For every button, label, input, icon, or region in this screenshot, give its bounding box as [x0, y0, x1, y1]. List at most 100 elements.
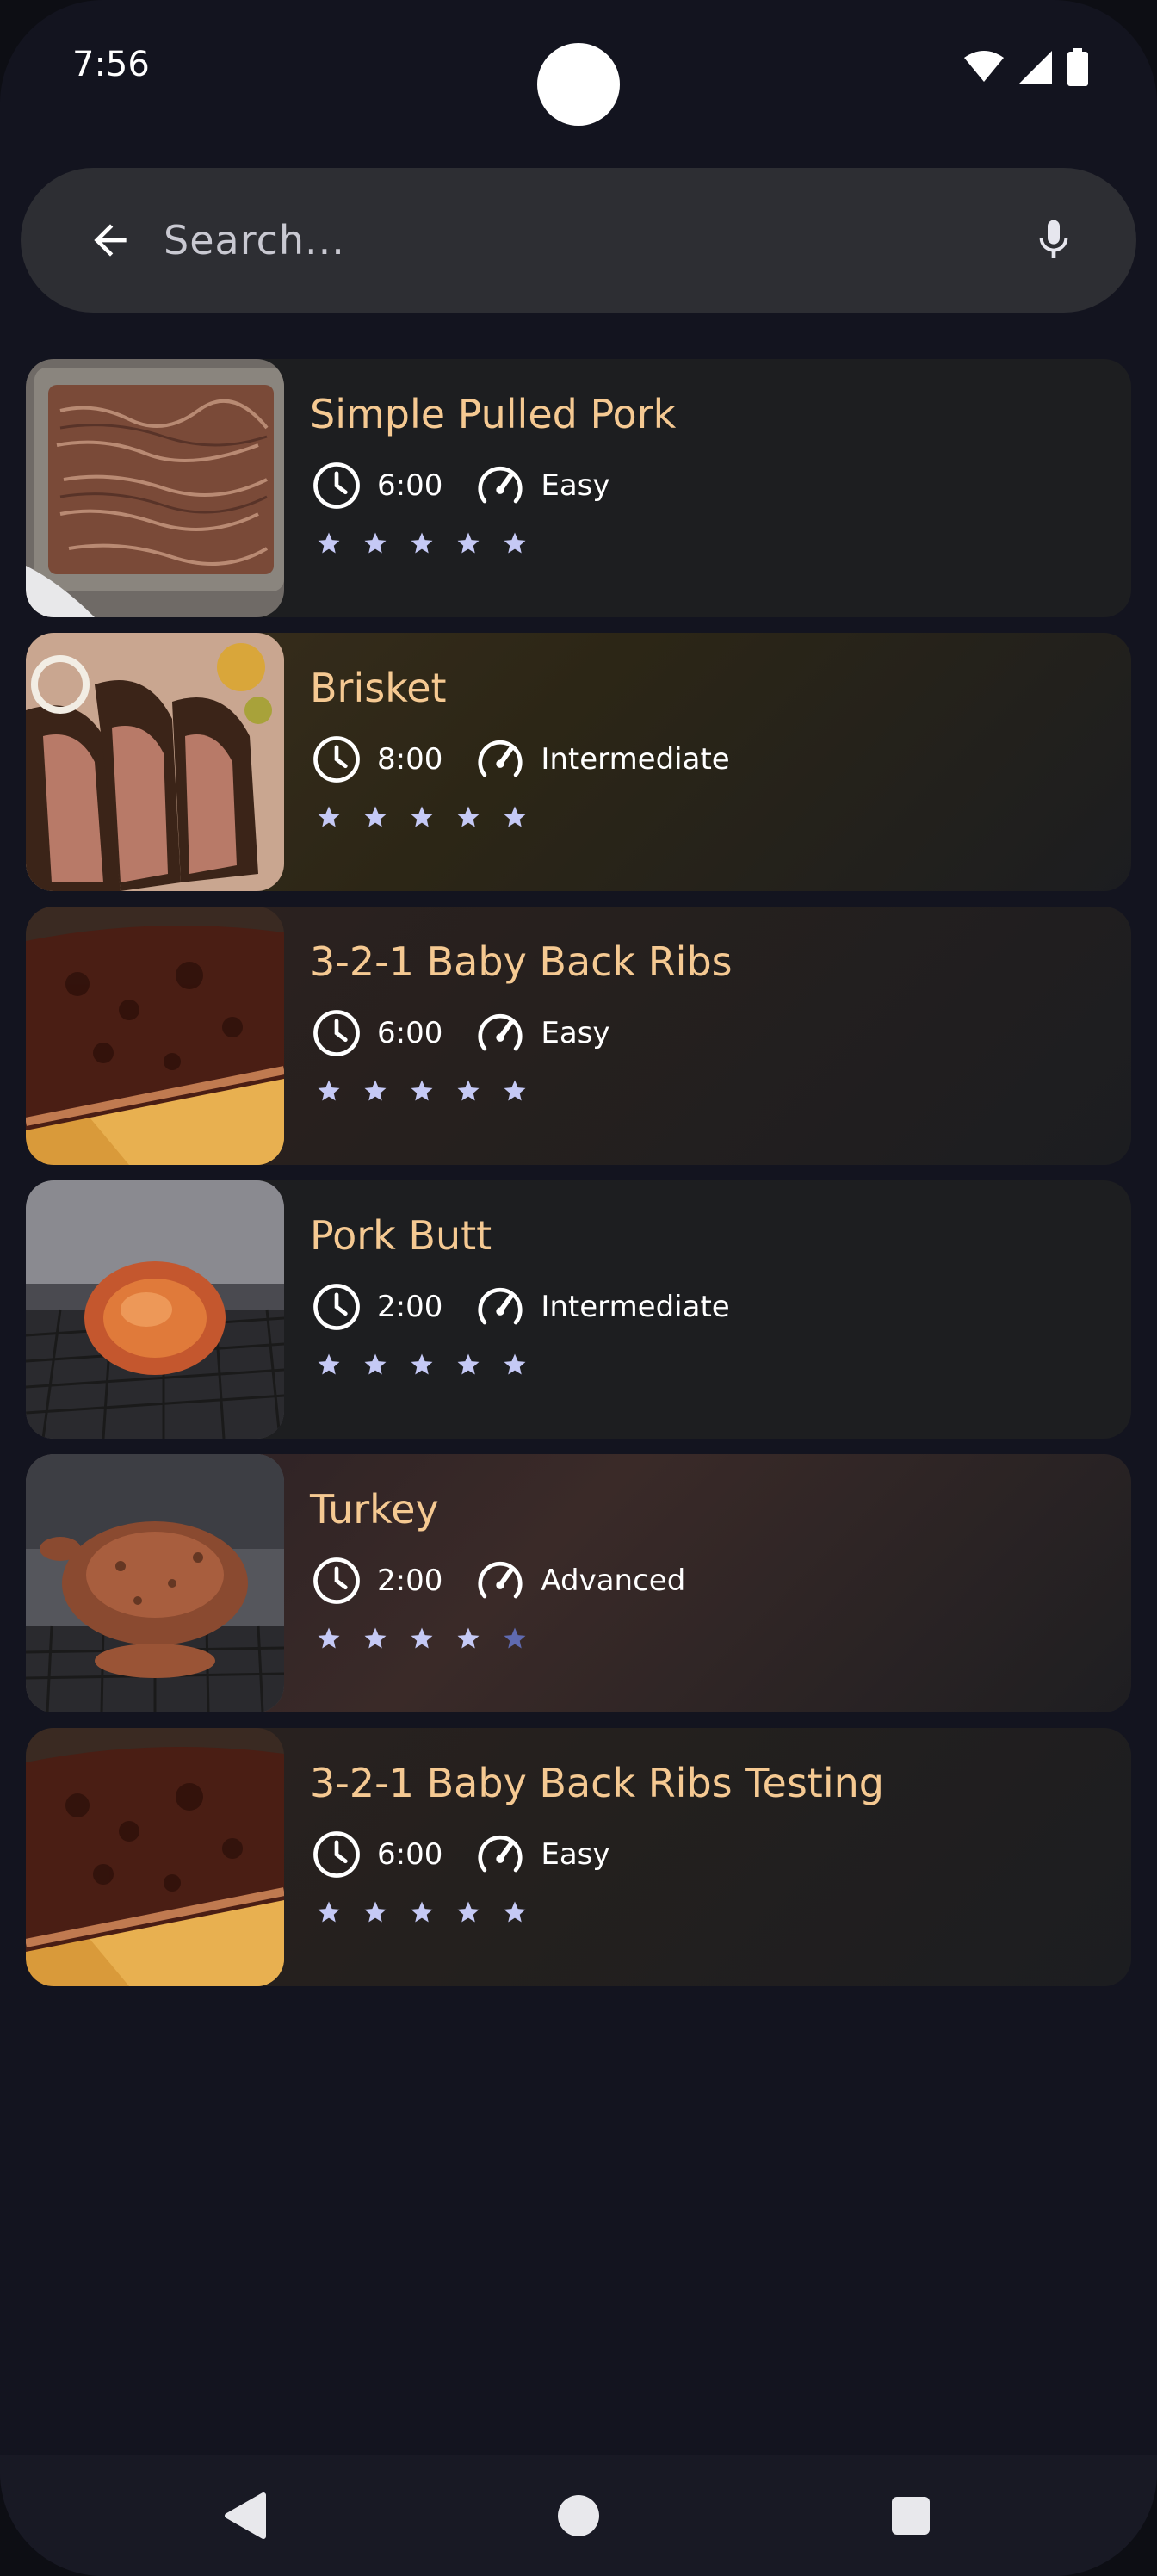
triangle-back-icon — [225, 2492, 266, 2539]
star-icon — [449, 1619, 487, 1657]
battery-icon — [1067, 48, 1088, 86]
star-icon — [403, 798, 441, 836]
recipe-details: Turkey 2:00 Advanced — [284, 1454, 685, 1712]
recipe-image — [26, 359, 284, 617]
recipe-card[interactable]: Turkey 2:00 Advanced — [26, 1454, 1131, 1712]
nav-recents-button[interactable] — [876, 2481, 945, 2550]
star-icon — [449, 1893, 487, 1931]
recipe-list: Simple Pulled Pork 6:00 Easy Brisket 8:0… — [26, 359, 1131, 2002]
speedometer-icon — [473, 733, 527, 786]
recipe-title: Brisket — [310, 665, 447, 711]
arrow-left-icon — [94, 224, 127, 257]
camera-cutout — [537, 43, 620, 126]
speedometer-icon — [473, 1006, 527, 1060]
star-icon — [403, 1893, 441, 1931]
signal-icon — [1019, 51, 1052, 84]
recipe-card[interactable]: 3-2-1 Baby Back Ribs Testing 6:00 Easy — [26, 1728, 1131, 1986]
star-icon — [403, 1072, 441, 1110]
recipe-details: Pork Butt 2:00 Intermediate — [284, 1180, 730, 1439]
recipe-meta: 2:00 Intermediate — [310, 1280, 730, 1334]
recipe-image — [26, 633, 284, 891]
status-icons — [964, 48, 1088, 86]
wifi-icon — [964, 51, 1004, 82]
star-icon — [310, 798, 348, 836]
speedometer-icon — [473, 1828, 527, 1881]
star-icon — [310, 524, 348, 562]
star-icon — [403, 1346, 441, 1384]
recipe-meta: 8:00 Intermediate — [310, 733, 730, 786]
recipe-details: 3-2-1 Baby Back Ribs 6:00 Easy — [284, 907, 733, 1165]
recipe-card[interactable]: Brisket 8:00 Intermediate — [26, 633, 1131, 891]
recipe-difficulty: Advanced — [541, 1564, 686, 1598]
star-icon — [449, 798, 487, 836]
recipe-time: 6:00 — [377, 1837, 443, 1872]
system-nav-bar — [0, 2455, 1157, 2576]
recipe-meta: 2:00 Advanced — [310, 1554, 685, 1607]
recipe-meta: 6:00 Easy — [310, 1006, 733, 1060]
speedometer-icon — [473, 1280, 527, 1334]
clock-icon — [310, 733, 363, 786]
recipe-time: 8:00 — [377, 742, 443, 777]
search-input[interactable] — [162, 196, 1019, 284]
star-icon — [449, 1072, 487, 1110]
recipe-title: Pork Butt — [310, 1212, 492, 1259]
star-icon — [403, 1619, 441, 1657]
speedometer-icon — [473, 459, 527, 512]
recipe-rating — [310, 1893, 884, 1931]
speedometer-icon — [473, 1554, 527, 1607]
recipe-title: 3-2-1 Baby Back Ribs — [310, 938, 733, 985]
star-icon — [310, 1072, 348, 1110]
recipe-rating — [310, 1346, 730, 1384]
recipe-image — [26, 1180, 284, 1439]
status-bar: 7:56 — [0, 0, 1157, 129]
back-button[interactable] — [76, 206, 145, 275]
recipe-time: 2:00 — [377, 1564, 443, 1598]
recipe-meta: 6:00 Easy — [310, 459, 676, 512]
recipe-rating — [310, 524, 676, 562]
star-icon — [356, 1893, 394, 1931]
star-icon — [403, 524, 441, 562]
recipe-difficulty: Intermediate — [541, 1290, 730, 1324]
star-icon — [356, 524, 394, 562]
square-recents-icon — [892, 2497, 930, 2535]
search-bar — [21, 168, 1136, 313]
status-time: 7:56 — [72, 45, 150, 84]
recipe-image — [26, 907, 284, 1165]
recipe-image — [26, 1728, 284, 1986]
recipe-image — [26, 1454, 284, 1712]
star-icon — [449, 1346, 487, 1384]
recipe-time: 6:00 — [377, 1016, 443, 1050]
star-icon — [449, 524, 487, 562]
recipe-card[interactable]: Pork Butt 2:00 Intermediate — [26, 1180, 1131, 1439]
nav-back-button[interactable] — [210, 2481, 279, 2550]
recipe-rating — [310, 1072, 733, 1110]
recipe-title: 3-2-1 Baby Back Ribs Testing — [310, 1760, 884, 1806]
star-icon — [356, 1072, 394, 1110]
recipe-difficulty: Easy — [541, 1837, 610, 1872]
circle-home-icon — [558, 2495, 599, 2536]
recipe-time: 2:00 — [377, 1290, 443, 1324]
nav-home-button[interactable] — [544, 2481, 613, 2550]
star-icon — [356, 798, 394, 836]
clock-icon — [310, 1828, 363, 1881]
star-icon — [496, 1346, 534, 1384]
recipe-title: Simple Pulled Pork — [310, 391, 677, 437]
star-icon — [496, 1893, 534, 1931]
recipe-details: Simple Pulled Pork 6:00 Easy — [284, 359, 676, 617]
star-icon — [496, 1619, 534, 1657]
recipe-difficulty: Easy — [541, 468, 610, 503]
star-icon — [310, 1346, 348, 1384]
voice-search-button[interactable] — [1019, 206, 1088, 275]
recipe-card[interactable]: Simple Pulled Pork 6:00 Easy — [26, 359, 1131, 617]
star-icon — [310, 1619, 348, 1657]
clock-icon — [310, 1006, 363, 1060]
star-icon — [496, 524, 534, 562]
clock-icon — [310, 459, 363, 512]
recipe-rating — [310, 1619, 685, 1657]
recipe-card[interactable]: 3-2-1 Baby Back Ribs 6:00 Easy — [26, 907, 1131, 1165]
star-icon — [496, 798, 534, 836]
recipe-details: Brisket 8:00 Intermediate — [284, 633, 730, 891]
recipe-time: 6:00 — [377, 468, 443, 503]
mic-icon — [1039, 220, 1068, 258]
recipe-difficulty: Easy — [541, 1016, 610, 1050]
